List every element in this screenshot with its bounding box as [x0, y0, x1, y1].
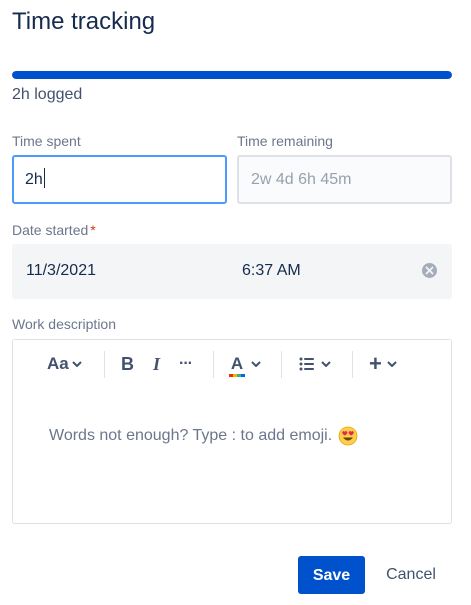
heart-eyes-emoji — [338, 426, 358, 446]
logged-status: 2h logged — [12, 86, 83, 103]
text-color-icon: A — [229, 354, 245, 377]
toolbar-separator — [352, 351, 353, 378]
bold-button[interactable]: B — [121, 352, 134, 376]
dialog-title: Time tracking — [12, 8, 156, 35]
italic-button[interactable]: I — [153, 352, 160, 376]
date-started-label-text: Date started — [12, 222, 89, 238]
toolbar-separator — [213, 351, 214, 378]
text-color-label: A — [230, 354, 244, 373]
toolbar-separator — [281, 351, 282, 378]
time-spent-label: Time spent — [12, 133, 81, 149]
more-formatting-button[interactable]: ··· — [179, 352, 193, 376]
insert-label: + — [369, 351, 382, 376]
text-color-button[interactable]: A — [229, 352, 261, 377]
required-marker: * — [90, 222, 96, 238]
text-style-label: Aa — [47, 354, 69, 373]
toolbar-separator — [104, 351, 105, 378]
text-style-button[interactable]: Aa — [47, 352, 82, 376]
chevron-down-icon — [387, 361, 397, 367]
text-caret — [43, 168, 45, 189]
work-description-label: Work description — [12, 316, 117, 332]
insert-button[interactable]: + — [369, 352, 397, 376]
date-started-label: Date started * — [12, 222, 96, 238]
bold-label: B — [121, 353, 134, 374]
editor-placeholder: Words not enough? Type : to add emoji. — [49, 426, 358, 446]
cancel-button[interactable]: Cancel — [375, 556, 447, 594]
clear-circle-icon[interactable] — [422, 263, 437, 278]
save-button[interactable]: Save — [298, 556, 365, 594]
time-remaining-input[interactable]: 2w 4d 6h 45m — [237, 155, 452, 204]
editor-placeholder-text: Words not enough? Type : to add emoji. — [49, 427, 333, 444]
bullet-list-icon — [299, 357, 314, 371]
time-progress-bar — [12, 71, 452, 79]
time-spent-value: 2h — [25, 171, 43, 188]
chevron-down-icon — [251, 361, 261, 367]
time-progress-fill — [12, 71, 452, 79]
italic-label: I — [153, 353, 161, 374]
time-spent-input[interactable]: 2h — [12, 155, 227, 204]
work-description-editor[interactable]: Aa B I ··· A + Words not enough? Type: … — [12, 339, 452, 524]
more-formatting-label: ··· — [179, 355, 193, 372]
time-remaining-placeholder: 2w 4d 6h 45m — [251, 171, 352, 188]
chevron-down-icon — [321, 361, 331, 367]
date-field[interactable]: 11/3/2021 — [26, 262, 96, 280]
date-time-picker: 11/3/2021 6:37 AM — [12, 244, 452, 299]
time-field[interactable]: 6:37 AM — [242, 262, 301, 280]
chevron-down-icon — [72, 361, 82, 367]
time-remaining-label: Time remaining — [237, 133, 333, 149]
list-button[interactable] — [299, 352, 331, 376]
editor-toolbar: Aa B I ··· A + — [13, 340, 451, 388]
